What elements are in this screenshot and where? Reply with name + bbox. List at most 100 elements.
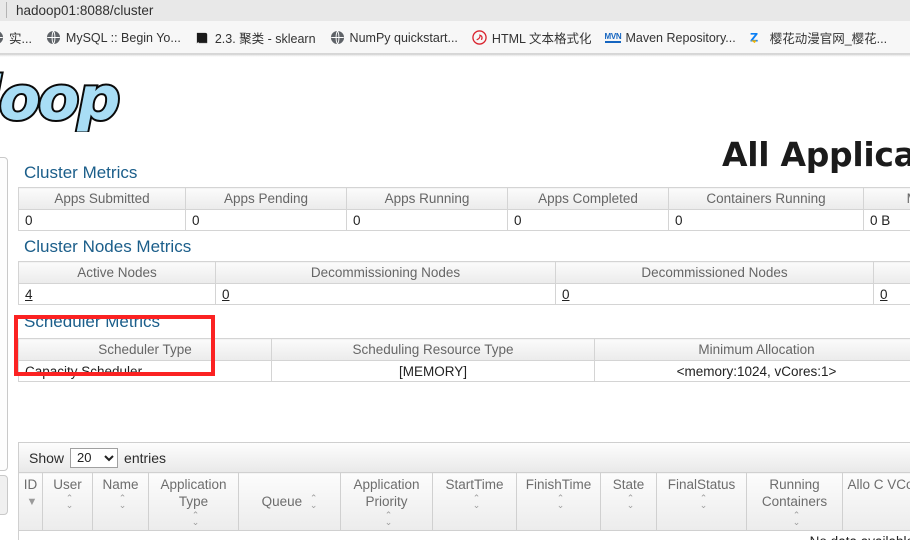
empty-message: No data available [18, 530, 910, 540]
val-apps-submitted: 0 [18, 209, 186, 231]
col-name-label: Name [102, 477, 139, 492]
col-application-priority-label: Application Priority [353, 477, 420, 509]
col-queue[interactable]: Queue ⌃ ⌄ [238, 472, 341, 531]
sort-both-icon: ⌃ ⌄ [65, 493, 74, 511]
col-finishtime-label: FinishTime [525, 477, 592, 492]
col-user[interactable]: User ⌃ ⌄ [42, 472, 93, 531]
col-finalstatus-label: FinalStatus [667, 477, 736, 492]
url-separator [6, 2, 7, 18]
col-decommissioned-nodes: Decommissioned Nodes [555, 261, 874, 284]
bookmark-item-5[interactable]: MVN Maven Repository... [598, 21, 742, 54]
bookmark-label: MySQL :: Begin Yo... [65, 30, 181, 45]
hadoop-logo[interactable]: doop [0, 70, 158, 132]
bookmark-item-3[interactable]: NumPy quickstart... [323, 21, 465, 54]
bookmarks-row: 实... MySQL :: Begin Yo... 2.3. 聚类 - skle… [0, 21, 894, 54]
table-row-empty: No data available [18, 530, 910, 540]
bookmark-item-0[interactable]: 实... [0, 21, 39, 54]
active-nodes-link[interactable]: 4 [25, 287, 33, 302]
lost-nodes-link[interactable]: 0 [880, 287, 888, 302]
sort-both-icon: ⌃ ⌄ [626, 493, 635, 511]
val-apps-completed: 0 [507, 209, 669, 231]
col-name[interactable]: Name ⌃ ⌄ [92, 472, 149, 531]
col-memory: Memory [863, 187, 910, 210]
url-bar[interactable]: hadoop01:8088/cluster [0, 0, 910, 21]
collapsed-nav-panel[interactable] [0, 157, 8, 471]
globe-icon [330, 30, 345, 45]
show-label: Show [29, 449, 65, 466]
browser-chrome: hadoop01:8088/cluster 实... MySQL :: Begi… [0, 0, 910, 57]
val-active-nodes: 4 [18, 283, 216, 305]
val-apps-running: 0 [346, 209, 508, 231]
col-apps-completed: Apps Completed [507, 187, 669, 210]
cluster-nodes-metrics-heading: Cluster Nodes Metrics [24, 237, 192, 256]
col-minimum-allocation: Minimum Allocation [594, 338, 910, 361]
globe-icon [0, 30, 4, 45]
url-text: hadoop01:8088/cluster [16, 3, 154, 18]
col-apps-running: Apps Running [346, 187, 508, 210]
col-state[interactable]: State ⌃ ⌄ [600, 472, 657, 531]
table-row: 0 0 0 0 0 0 B [18, 209, 910, 231]
decommissioned-nodes-link[interactable]: 0 [562, 287, 570, 302]
col-apps-submitted: Apps Submitted [18, 187, 186, 210]
col-scheduling-resource-type: Scheduling Resource Type [271, 338, 595, 361]
val-containers-running: 0 [668, 209, 864, 231]
col-starttime[interactable]: StartTime ⌃ ⌄ [432, 472, 517, 531]
table-header-row: ID ▼ User ⌃ ⌄ Name ⌃ ⌄ Application Type ⌃ ⌄ [18, 472, 910, 531]
bookmark-label: 实... [9, 32, 32, 46]
entries-length-label: Show 20 50 100 entries [29, 447, 166, 468]
table-header-row: Scheduler Type Scheduling Resource Type … [18, 338, 910, 361]
runoob-icon [472, 30, 487, 45]
val-decommissioned-nodes: 0 [555, 283, 874, 305]
val-apps-pending: 0 [185, 209, 347, 231]
col-starttime-label: StartTime [445, 477, 504, 492]
col-application-type-label: Application Type [160, 477, 227, 509]
col-id[interactable]: ID ▼ [18, 472, 43, 531]
col-allocated-cpu-vcores[interactable]: Allo C VCo [842, 472, 910, 531]
bookmark-item-4[interactable]: HTML 文本格式化 [465, 21, 599, 54]
scheduler-metrics-table: Scheduler Type Scheduling Resource Type … [18, 338, 910, 382]
col-state-label: State [612, 477, 645, 492]
bookmark-item-6[interactable]: Z 樱花动漫官网_樱花... [743, 21, 894, 54]
zhihu-icon: Z [750, 30, 765, 45]
col-user-label: User [53, 477, 82, 492]
bookmark-item-1[interactable]: MySQL :: Begin Yo... [39, 21, 188, 54]
cluster-nodes-metrics-table: Active Nodes Decommissioning Nodes Decom… [18, 261, 910, 305]
bookmark-label: NumPy quickstart... [349, 30, 458, 45]
decommissioning-nodes-link[interactable]: 0 [222, 287, 230, 302]
col-finishtime[interactable]: FinishTime ⌃ ⌄ [516, 472, 601, 531]
table-header-row: Active Nodes Decommissioning Nodes Decom… [18, 261, 910, 284]
hadoop-logo-text: doop [0, 70, 122, 132]
table-row: 4 0 0 0 [18, 283, 910, 305]
collapsed-nav-footer[interactable] [0, 475, 8, 515]
val-scheduling-resource-type: [MEMORY] [271, 360, 595, 382]
entries-length-select[interactable]: 20 50 100 [70, 447, 119, 468]
sort-both-icon: ⌃ ⌄ [384, 510, 393, 528]
cluster-metrics-table: Apps Submitted Apps Pending Apps Running… [18, 187, 910, 231]
col-running-containers-label: Running Containers [761, 477, 828, 509]
cluster-metrics-heading: Cluster Metrics [24, 163, 138, 182]
table-row: Capacity Scheduler [MEMORY] <memory:1024… [18, 360, 910, 382]
col-id-label: ID [23, 477, 38, 492]
globe-icon [46, 30, 61, 45]
col-application-priority[interactable]: Application Priority ⌃ ⌄ [340, 472, 433, 531]
col-containers-running: Containers Running [668, 187, 864, 210]
mvn-icon: MVN [604, 32, 622, 43]
val-decommissioning-nodes: 0 [215, 283, 556, 305]
val-memory: 0 B [863, 209, 910, 231]
bookmarks-bar: 实... MySQL :: Begin Yo... 2.3. 聚类 - skle… [0, 21, 910, 54]
col-running-containers[interactable]: Running Containers ⌃ ⌄ [746, 472, 843, 531]
bookmark-label: 樱花动漫官网_樱花... [769, 32, 888, 46]
sort-desc-icon: ▼ [26, 496, 38, 509]
col-application-type[interactable]: Application Type ⌃ ⌄ [148, 472, 239, 531]
sort-both-icon: ⌃ ⌄ [191, 510, 200, 528]
col-lost-nodes: L [873, 261, 910, 284]
col-finalstatus[interactable]: FinalStatus ⌃ ⌄ [656, 472, 747, 531]
datatable-toolbar: Show 20 50 100 entries [18, 442, 910, 472]
val-scheduler-type: Capacity Scheduler [18, 360, 272, 382]
bookmark-item-2[interactable]: 2.3. 聚类 - sklearn [188, 21, 323, 54]
applications-table: ID ▼ User ⌃ ⌄ Name ⌃ ⌄ Application Type ⌃ ⌄ [18, 472, 910, 540]
table-header-row: Apps Submitted Apps Pending Apps Running… [18, 187, 910, 210]
sort-both-icon: ⌃ ⌄ [792, 510, 801, 528]
applications-datatable: Show 20 50 100 entries ID [18, 442, 910, 540]
sort-both-icon: ⌃ ⌄ [309, 493, 318, 511]
